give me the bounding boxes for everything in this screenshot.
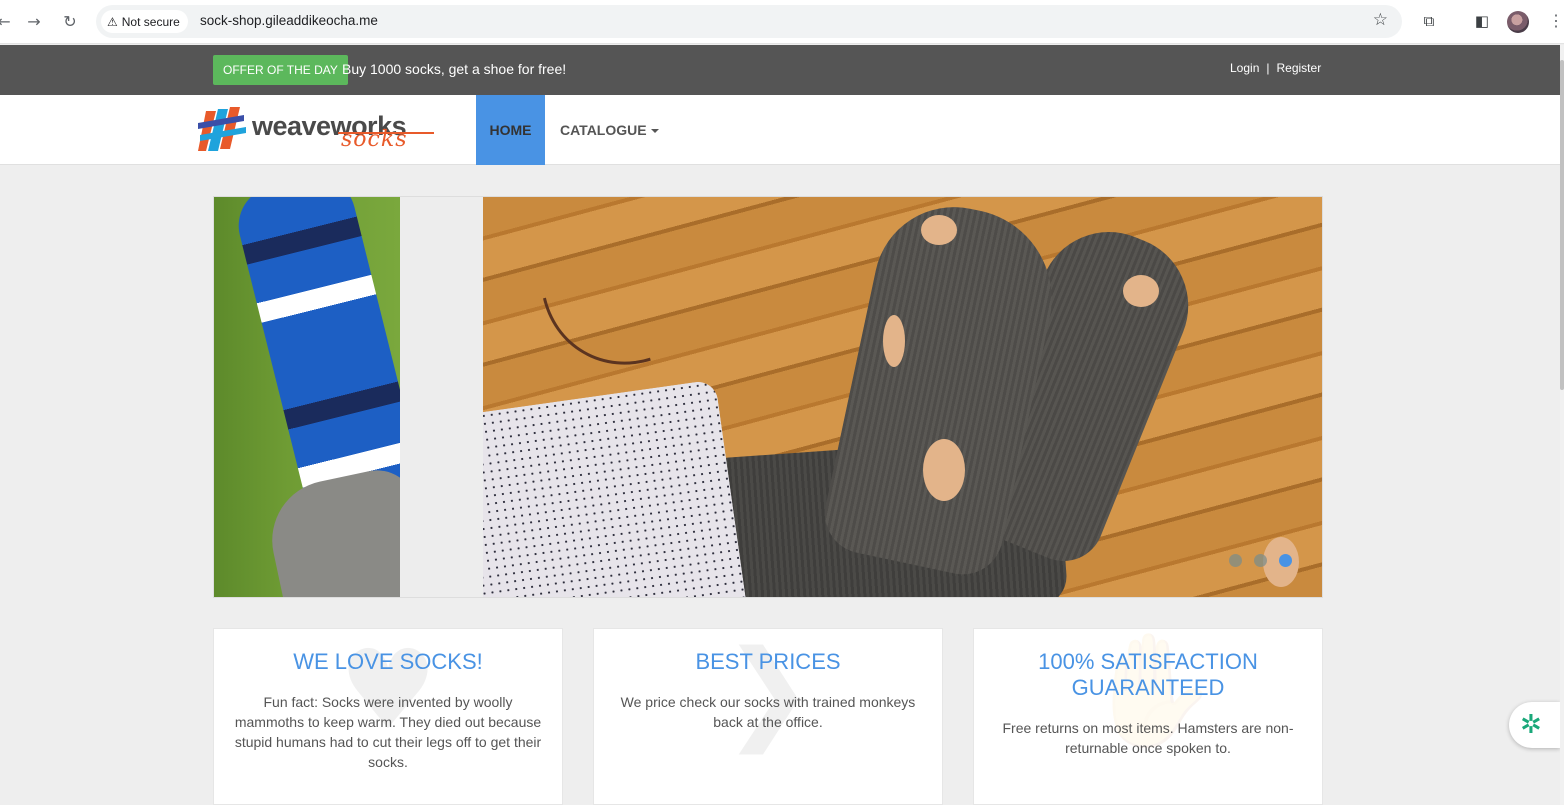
nav-catalogue-dropdown[interactable]: CATALOGUE [560,95,659,165]
feature-title: 100% SATISFACTION GUARANTEED [1038,649,1258,700]
nav-catalogue-label: CATALOGUE [560,122,647,138]
security-chip[interactable]: ⚠ Not secure [101,10,188,33]
warning-triangle-icon: ⚠ [107,14,118,29]
slide-image-blue-sock [214,197,400,597]
weaveworks-socks-logo[interactable]: weaveworks socks [198,103,438,157]
link-separator: | [1266,61,1270,75]
reload-icon[interactable]: ↻ [58,10,82,34]
forward-arrow-icon[interactable]: → [22,10,46,34]
logo-secondary-text: socks [341,127,408,152]
browser-toolbar: ← → ↻ ⚠ Not secure sock-shop.gileaddikeo… [0,0,1564,44]
side-panel-icon[interactable]: ◧ [1471,10,1493,32]
floating-assistant-button[interactable]: ✲ [1509,702,1560,748]
login-link[interactable]: Login [1230,61,1259,75]
nav-home[interactable]: HOME [476,95,545,165]
carousel-indicators [1229,554,1292,567]
feature-card-satisfaction: ✋ 100% SATISFACTION GUARANTEED Free retu… [973,628,1323,805]
feature-title: BEST PRICES [695,649,841,674]
carousel-dot[interactable] [1254,554,1267,567]
carousel-dot[interactable] [1229,554,1242,567]
feature-title: WE LOVE SOCKS! [293,649,483,674]
address-bar[interactable]: ⚠ Not secure sock-shop.gileaddikeocha.me… [96,5,1402,38]
top-offer-bar: OFFER OF THE DAY Buy 1000 socks, get a s… [0,45,1560,95]
register-link[interactable]: Register [1277,61,1322,75]
main-navbar: weaveworks socks HOME CATALOGUE [0,95,1560,165]
offer-of-the-day-badge[interactable]: OFFER OF THE DAY [213,55,348,85]
back-arrow-icon[interactable]: ← [0,10,16,34]
slide-image-holey-socks [483,197,1322,597]
assistant-logo-icon: ✲ [1520,710,1542,740]
feature-text: Fun fact: Socks were invented by woolly … [234,694,542,770]
profile-avatar[interactable] [1507,11,1529,33]
page-scrollbar-thumb[interactable] [1560,60,1564,390]
feature-text: We price check our socks with trained mo… [620,694,916,730]
caret-down-icon [650,129,659,134]
feature-card-best-prices: ❯ BEST PRICES We price check our socks w… [593,628,943,805]
feature-text: Free returns on most items. Hamsters are… [1002,720,1294,756]
slide-gap [400,197,483,597]
account-links: Login | Register [1230,61,1321,75]
security-label: Not secure [121,14,180,29]
feature-card-love-socks: ♥ WE LOVE SOCKS! Fun fact: Socks were in… [213,628,563,805]
bookmark-star-icon[interactable]: ☆ [1373,10,1388,30]
logo-mark-icon [198,107,246,151]
carousel-dot-active[interactable] [1279,554,1292,567]
menu-kebab-icon[interactable]: ⋮ [1548,10,1564,34]
hero-carousel[interactable] [213,196,1323,598]
extensions-puzzle-icon[interactable]: ⧉ [1418,10,1440,32]
offer-text: Buy 1000 socks, get a shoe for free! [342,61,567,77]
url-text[interactable]: sock-shop.gileaddikeocha.me [200,13,378,28]
